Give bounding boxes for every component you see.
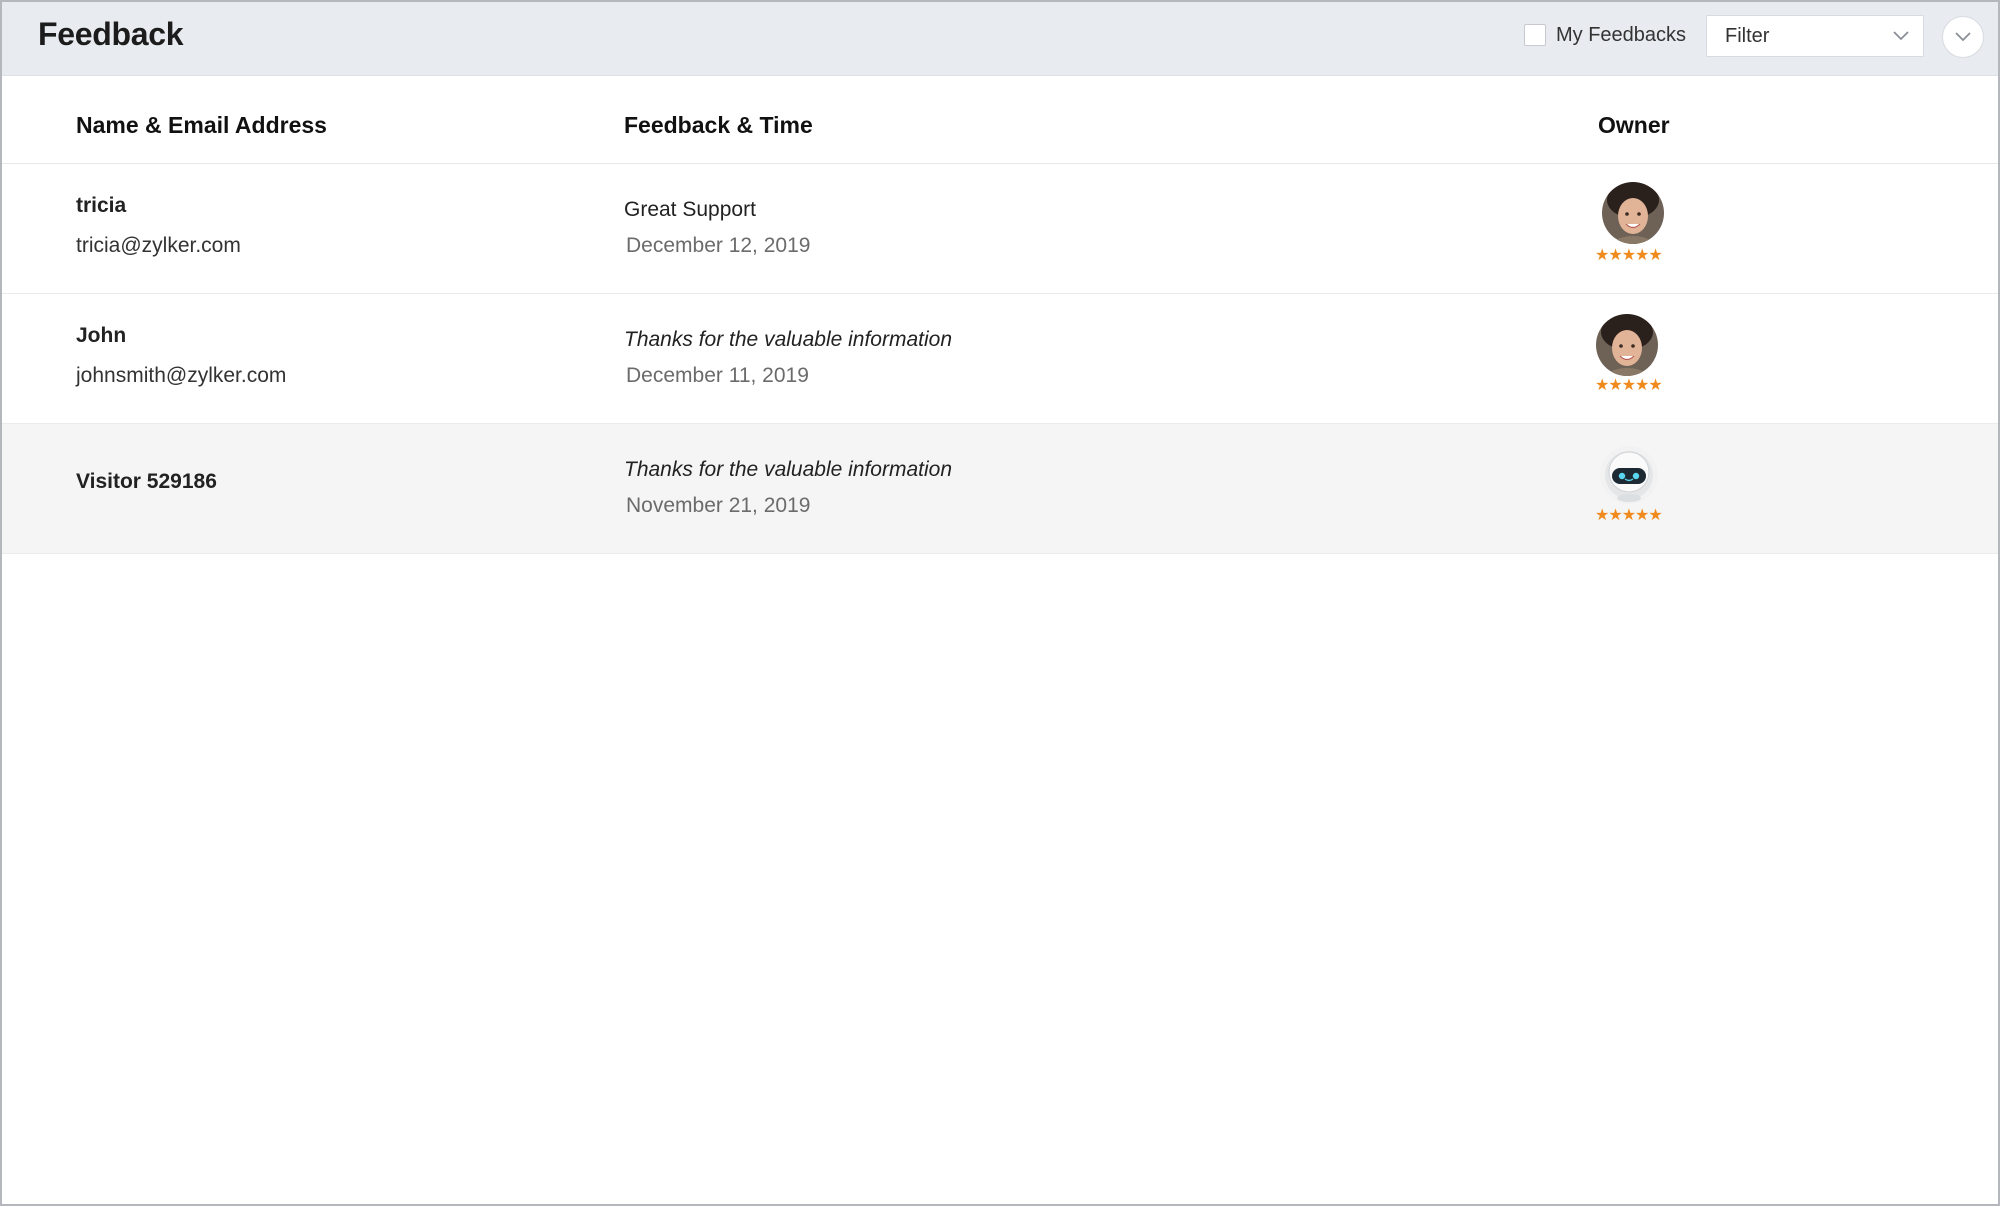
rating-stars: ★★★★★ bbox=[1595, 377, 1663, 394]
column-header-owner: Owner bbox=[1598, 112, 1670, 138]
feedback-date: December 11, 2019 bbox=[626, 364, 809, 387]
feedback-window: Feedback My Feedbacks Filter Name & Emai… bbox=[0, 0, 2000, 1206]
header-bar: Feedback My Feedbacks Filter bbox=[2, 2, 1998, 76]
visitor-email: tricia@zylker.com bbox=[76, 234, 241, 257]
feedback-date: November 21, 2019 bbox=[626, 494, 811, 517]
my-feedbacks-checkbox[interactable] bbox=[1524, 24, 1546, 46]
filter-dropdown[interactable]: Filter bbox=[1706, 15, 1924, 57]
owner-avatar bbox=[1596, 314, 1658, 376]
feedback-text: Thanks for the valuable information bbox=[624, 458, 953, 481]
visitor-name: tricia bbox=[76, 194, 127, 217]
owner-avatar bbox=[1600, 446, 1658, 504]
my-feedbacks-toggle[interactable]: My Feedbacks bbox=[1524, 20, 1686, 50]
feedback-date: December 12, 2019 bbox=[626, 234, 811, 257]
my-feedbacks-label: My Feedbacks bbox=[1556, 23, 1687, 46]
visitor-email: johnsmith@zylker.com bbox=[76, 364, 287, 387]
rating-stars: ★★★★★ bbox=[1595, 247, 1663, 264]
column-header-feedback-time: Feedback & Time bbox=[624, 112, 813, 138]
column-header-name-email: Name & Email Address bbox=[76, 112, 327, 138]
page-title: Feedback bbox=[38, 16, 184, 52]
table-row[interactable]: John johnsmith@zylker.com Thanks for the… bbox=[2, 294, 1998, 424]
filter-label: Filter bbox=[1725, 24, 1770, 47]
chevron-down-icon bbox=[1955, 32, 1971, 42]
table-row[interactable]: Visitor 529186 Thanks for the valuable i… bbox=[2, 424, 1998, 554]
person-avatar-icon bbox=[1596, 314, 1658, 376]
visitor-name: Visitor 529186 bbox=[76, 470, 217, 493]
rating-stars: ★★★★★ bbox=[1595, 507, 1663, 524]
more-options-button[interactable] bbox=[1942, 16, 1984, 58]
feedback-text: Thanks for the valuable information bbox=[624, 328, 953, 351]
table-header: Name & Email Address Feedback & Time Own… bbox=[2, 76, 1998, 164]
bot-avatar-icon bbox=[1600, 446, 1658, 504]
owner-avatar bbox=[1602, 182, 1664, 244]
person-avatar-icon bbox=[1602, 182, 1664, 244]
feedback-text: Great Support bbox=[624, 198, 756, 221]
chevron-down-icon bbox=[1893, 31, 1909, 41]
visitor-name: John bbox=[76, 324, 127, 347]
table-row[interactable]: tricia tricia@zylker.com Great Support D… bbox=[2, 164, 1998, 294]
